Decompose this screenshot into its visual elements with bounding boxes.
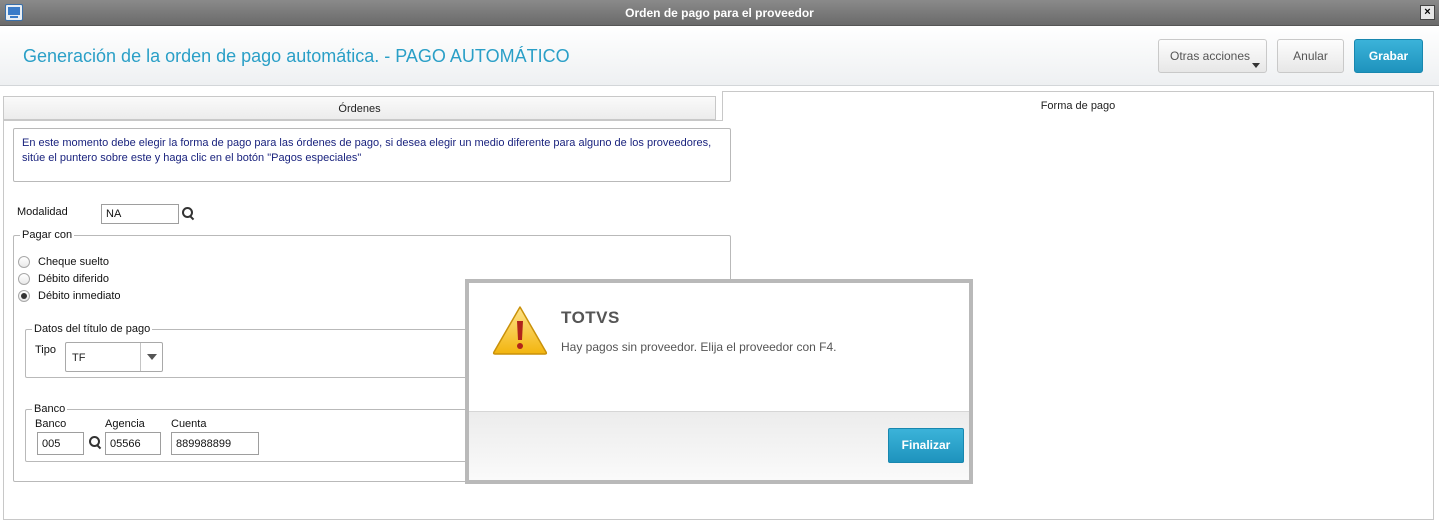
banco-input[interactable]: 005 xyxy=(37,432,84,455)
dialog-footer: Finalizar xyxy=(469,411,969,480)
close-window-button[interactable]: × xyxy=(1420,5,1435,20)
info-message: En este momento debe elegir la forma de … xyxy=(13,128,731,182)
cuenta-input[interactable]: 889988899 xyxy=(171,432,259,455)
radio-label-debito-inmediato: Débito inmediato xyxy=(38,290,121,302)
other-actions-label: Otras acciones xyxy=(1170,49,1251,63)
radio-debito-diferido[interactable] xyxy=(18,273,30,285)
page-header: Generación de la orden de pago automátic… xyxy=(0,26,1439,86)
finalizar-button[interactable]: Finalizar xyxy=(888,428,964,463)
modalidad-label: Modalidad xyxy=(17,206,68,218)
cancel-button[interactable]: Anular xyxy=(1277,39,1344,73)
banco-legend: Banco xyxy=(32,403,68,415)
radio-label-cheque-suelto: Cheque suelto xyxy=(38,256,109,268)
alert-dialog: TOTVS Hay pagos sin proveedor. Elija el … xyxy=(465,279,973,484)
search-icon[interactable] xyxy=(89,436,103,450)
cuenta-label: Cuenta xyxy=(171,418,207,430)
banco-label: Banco xyxy=(35,418,67,430)
window-title: Orden de pago para el proveedor xyxy=(625,6,814,20)
pagar-con-legend: Pagar con xyxy=(20,229,75,241)
dialog-title: TOTVS xyxy=(561,308,620,327)
radio-debito-inmediato[interactable] xyxy=(18,290,30,302)
agencia-input[interactable]: 05566 xyxy=(105,432,161,455)
chevron-down-icon xyxy=(1252,63,1260,68)
tab-forma-de-pago[interactable]: Forma de pago xyxy=(722,91,1434,121)
tab-ordenes[interactable]: Órdenes xyxy=(3,96,716,120)
agencia-label: Agencia xyxy=(105,418,145,430)
tipo-label: Tipo xyxy=(35,344,56,356)
radio-label-debito-diferido: Débito diferido xyxy=(38,273,109,285)
dialog-body: TOTVS Hay pagos sin proveedor. Elija el … xyxy=(469,283,969,411)
chevron-down-icon xyxy=(140,343,162,371)
window-titlebar: Orden de pago para el proveedor × xyxy=(0,0,1439,26)
modalidad-input[interactable]: NA xyxy=(101,204,179,224)
tipo-select[interactable]: TF xyxy=(65,342,163,372)
other-actions-button[interactable]: Otras acciones xyxy=(1158,39,1267,73)
datos-titulo-legend: Datos del título de pago xyxy=(32,323,153,335)
radio-cheque-suelto[interactable] xyxy=(18,256,30,268)
search-icon[interactable] xyxy=(182,207,196,221)
tipo-select-value: TF xyxy=(72,352,86,364)
dialog-message: Hay pagos sin proveedor. Elija el provee… xyxy=(561,340,837,354)
warning-icon xyxy=(492,306,548,355)
page-title: Generación de la orden de pago automátic… xyxy=(23,46,570,66)
save-button[interactable]: Grabar xyxy=(1354,39,1423,73)
